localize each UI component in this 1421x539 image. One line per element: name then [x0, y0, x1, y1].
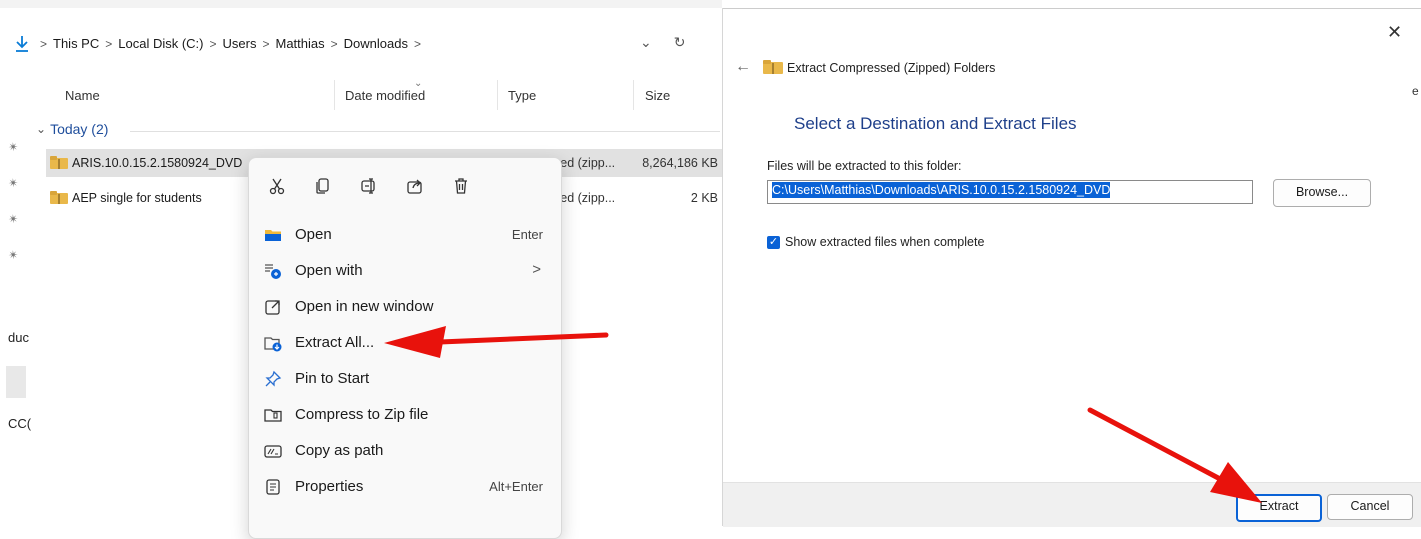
open-with-icon: [263, 261, 283, 281]
menu-item-label: Compress to Zip file: [295, 406, 429, 423]
new-window-icon: [263, 297, 283, 317]
destination-label: Files will be extracted to this folder:: [767, 159, 962, 173]
menu-item-shortcut: Enter: [511, 227, 543, 242]
menu-item-open-new-window[interactable]: Open in new window: [249, 289, 561, 325]
breadcrumb-users[interactable]: Users: [223, 36, 257, 51]
quick-actions-bar: [263, 172, 475, 200]
dialog-title: Extract Compressed (Zipped) Folders: [787, 61, 996, 75]
background-window-fragment: e: [1412, 84, 1419, 98]
column-header-type[interactable]: Type: [508, 88, 536, 103]
pin-icon[interactable]: ✴: [5, 246, 22, 263]
context-menu: Open Enter Open with > Open in new windo…: [248, 157, 562, 539]
properties-icon: [263, 477, 283, 497]
nav-item-fragment[interactable]: duc: [8, 330, 29, 345]
chevron-down-icon[interactable]: ⌄: [640, 34, 652, 51]
chevron-right-icon: >: [40, 36, 48, 51]
delete-icon[interactable]: [447, 172, 475, 200]
cut-icon[interactable]: [263, 172, 291, 200]
address-bar-actions: ⌄ ↻: [640, 34, 685, 51]
menu-item-label: Open: [295, 226, 332, 243]
refresh-icon[interactable]: ↻: [674, 34, 686, 51]
menu-item-extract-all[interactable]: Extract All...: [249, 325, 561, 361]
breadcrumb: > This PC > Local Disk (C:) > Users > Ma…: [40, 36, 421, 51]
chevron-right-icon: >: [262, 36, 270, 51]
file-type: sed (zipp...: [554, 156, 616, 170]
menu-item-label: Extract All...: [295, 334, 375, 351]
column-divider[interactable]: [334, 80, 335, 110]
column-header-size[interactable]: Size: [645, 88, 670, 103]
dialog-footer: Extract Cancel: [723, 482, 1421, 527]
address-bar[interactable]: > This PC > Local Disk (C:) > Users > Ma…: [0, 28, 710, 70]
chevron-right-icon: >: [532, 261, 541, 278]
chevron-right-icon: >: [330, 36, 338, 51]
breadcrumb-matthias[interactable]: Matthias: [276, 36, 325, 51]
destination-path-input[interactable]: C:\Users\Matthias\Downloads\ARIS.10.0.15…: [767, 180, 1253, 204]
menu-item-label: Pin to Start: [295, 370, 370, 387]
extract-button[interactable]: Extract: [1236, 494, 1322, 522]
zip-folder-icon: [50, 191, 68, 204]
show-files-label[interactable]: Show extracted files when complete: [785, 235, 984, 249]
group-divider: [130, 131, 720, 132]
menu-item-open-with[interactable]: Open with >: [249, 253, 561, 289]
menu-item-label: Properties: [295, 478, 364, 495]
destination-path-text: C:\Users\Matthias\Downloads\ARIS.10.0.15…: [772, 182, 1111, 198]
menu-item-copy-as-path[interactable]: Copy as path: [249, 433, 561, 469]
file-size: 8,264,186 KB: [642, 156, 718, 170]
extract-dialog: ✕ ← Extract Compressed (Zipped) Folders …: [722, 8, 1421, 527]
menu-item-shortcut: Alt+Enter: [489, 479, 543, 494]
zip-folder-icon: [50, 156, 68, 169]
chevron-right-icon: >: [413, 36, 421, 51]
menu-item-label: Open with: [295, 262, 363, 279]
download-icon: [16, 36, 28, 52]
menu-item-pin-to-start[interactable]: Pin to Start: [249, 361, 561, 397]
menu-item-label: Copy as path: [295, 442, 384, 459]
chevron-down-icon: ⌄: [36, 122, 47, 136]
menu-item-label: Open in new window: [295, 298, 434, 315]
column-header-name[interactable]: Name: [65, 88, 100, 103]
column-divider[interactable]: [633, 80, 634, 110]
file-type: sed (zipp...: [554, 191, 616, 205]
file-size: 2 KB: [690, 191, 718, 205]
explorer-top-strip: [0, 0, 722, 8]
zip-icon: [263, 405, 283, 425]
file-name: AEP single for students: [72, 191, 202, 205]
copy-icon[interactable]: [309, 172, 337, 200]
breadcrumb-downloads[interactable]: Downloads: [344, 36, 408, 51]
chevron-right-icon: >: [105, 36, 113, 51]
breadcrumb-local-disk[interactable]: Local Disk (C:): [118, 36, 203, 51]
column-header-date-modified[interactable]: Date modified: [345, 88, 425, 103]
menu-item-properties[interactable]: Properties Alt+Enter: [249, 469, 561, 505]
pin-icon[interactable]: ✴: [5, 210, 22, 227]
group-label: Today (2): [50, 121, 109, 137]
rename-icon[interactable]: [355, 172, 383, 200]
dialog-border: [723, 8, 1421, 9]
column-divider[interactable]: [497, 80, 498, 110]
folder-open-icon: [263, 225, 283, 245]
close-icon[interactable]: ✕: [1387, 22, 1402, 43]
dialog-heading: Select a Destination and Extract Files: [794, 114, 1077, 133]
cancel-button[interactable]: Cancel: [1327, 494, 1413, 520]
share-icon[interactable]: [401, 172, 429, 200]
menu-item-open[interactable]: Open Enter: [249, 217, 561, 253]
back-arrow-icon[interactable]: ←: [735, 58, 751, 76]
zip-folder-icon: [763, 60, 783, 74]
chevron-right-icon: >: [209, 36, 217, 51]
pin-icon[interactable]: ✴: [5, 174, 22, 191]
browse-button[interactable]: Browse...: [1273, 179, 1371, 207]
breadcrumb-this-pc[interactable]: This PC: [53, 36, 99, 51]
copy-path-icon: [263, 441, 283, 461]
nav-item-selected-fragment[interactable]: [6, 366, 26, 398]
show-files-checkbox[interactable]: ✓: [767, 236, 780, 249]
pin-icon[interactable]: ✴: [5, 138, 22, 155]
group-header-today[interactable]: ⌄ Today (2): [36, 121, 108, 137]
menu-item-compress-zip[interactable]: Compress to Zip file: [249, 397, 561, 433]
nav-item-fragment[interactable]: CC(: [8, 416, 31, 431]
extract-icon: [263, 333, 283, 353]
file-name: ARIS.10.0.15.2.1580924_DVD: [72, 156, 243, 170]
pin-icon: [263, 369, 283, 389]
